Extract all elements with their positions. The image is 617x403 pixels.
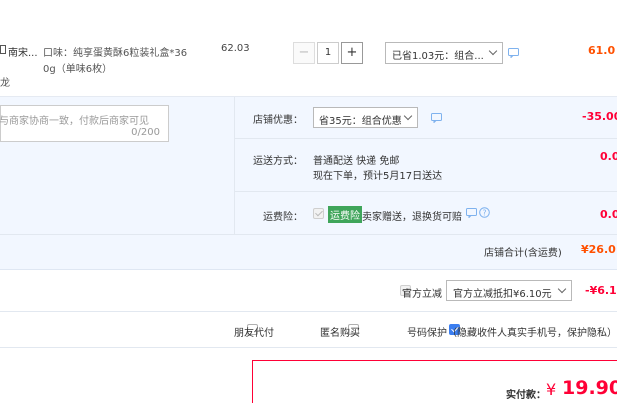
official-discount-amount: -¥6.1 xyxy=(585,284,617,297)
shop-discount-select[interactable]: 省35元：组合优惠 xyxy=(313,107,418,128)
item-promo-select-text: 已省1.03元：组合... xyxy=(392,51,484,62)
item-sku-line1: 口味：纯享蛋黄酥6粒装礼盒*36 xyxy=(43,48,188,59)
delivery-amount: 0.0 xyxy=(600,150,617,163)
shop-discount-select-text: 省35元：组合优惠 xyxy=(319,116,402,127)
pay-amount: 19.90 xyxy=(562,377,617,399)
insurance-checkbox[interactable] xyxy=(313,208,324,219)
qty-input[interactable]: 1 xyxy=(317,42,339,64)
quantity-stepper: − 1 + xyxy=(293,42,368,64)
official-discount-label: 官方立减 xyxy=(402,289,442,300)
friend-pay-label[interactable]: 朋友代付 xyxy=(234,324,274,339)
chevron-down-icon xyxy=(488,46,498,56)
qty-minus-button[interactable]: − xyxy=(293,42,315,64)
pay-label: 实付款： xyxy=(506,390,546,401)
help-icon[interactable]: ? xyxy=(479,207,490,218)
discount-amount: -35.00 xyxy=(582,110,617,123)
chat-icon[interactable] xyxy=(466,208,478,218)
item-sku-line3: 龙 xyxy=(0,78,10,89)
delivery-eta: 现在下单，预计5月17日送达 xyxy=(313,171,443,182)
shop-total-value: ¥26.0 xyxy=(581,243,616,256)
row-divider xyxy=(235,191,617,192)
unit-price: 62.03 xyxy=(221,43,250,54)
insurance-tag: 运费险 xyxy=(328,206,362,223)
item-promo-select[interactable]: 已省1.03元：组合... xyxy=(385,42,503,64)
privacy-label[interactable]: 号码保护（隐藏收件人真实手机号，保护隐私） xyxy=(407,324,617,339)
chat-icon[interactable] xyxy=(508,48,520,58)
insurance-amount: 0.0 xyxy=(600,208,617,221)
panel-divider xyxy=(234,97,235,234)
message-box[interactable]: 与商家协商一致，付款后商家可见 0/200 xyxy=(0,105,169,142)
delivery-method: 普通配送 快递 免邮 xyxy=(313,156,400,167)
row-divider xyxy=(235,138,617,139)
insurance-label: 运费险： xyxy=(263,212,303,223)
chevron-down-icon xyxy=(557,284,567,294)
official-discount-select[interactable]: 官方立减抵扣¥6.10元 xyxy=(446,280,572,301)
item-sku-line2: 0g（单味6枚） xyxy=(43,64,113,75)
message-placeholder: 与商家协商一致，付款后商家可见 xyxy=(0,116,149,127)
chevron-down-icon xyxy=(403,111,413,121)
discount-label: 店铺优惠： xyxy=(253,115,303,126)
official-discount-select-text: 官方立减抵扣¥6.10元 xyxy=(453,289,552,300)
shop-total-label: 店铺合计(含运费) xyxy=(484,248,562,259)
delivery-label: 运送方式： xyxy=(253,156,303,167)
svg-text:?: ? xyxy=(483,208,487,217)
chat-icon[interactable] xyxy=(431,113,443,123)
item-title[interactable]: 南宋... xyxy=(8,44,38,59)
row-divider xyxy=(0,311,617,312)
row-divider xyxy=(0,347,617,348)
message-count: 0/200 xyxy=(131,127,160,138)
item-thumbnail-edge[interactable] xyxy=(0,45,6,54)
pay-currency: ¥ xyxy=(546,380,557,399)
insurance-text: 卖家赠送，退换货可赔 xyxy=(362,212,462,223)
item-subtotal: 61.0 xyxy=(588,44,616,57)
row-divider xyxy=(0,234,617,235)
qty-plus-button[interactable]: + xyxy=(341,42,363,64)
anonymous-label[interactable]: 匿名购买 xyxy=(320,324,360,339)
